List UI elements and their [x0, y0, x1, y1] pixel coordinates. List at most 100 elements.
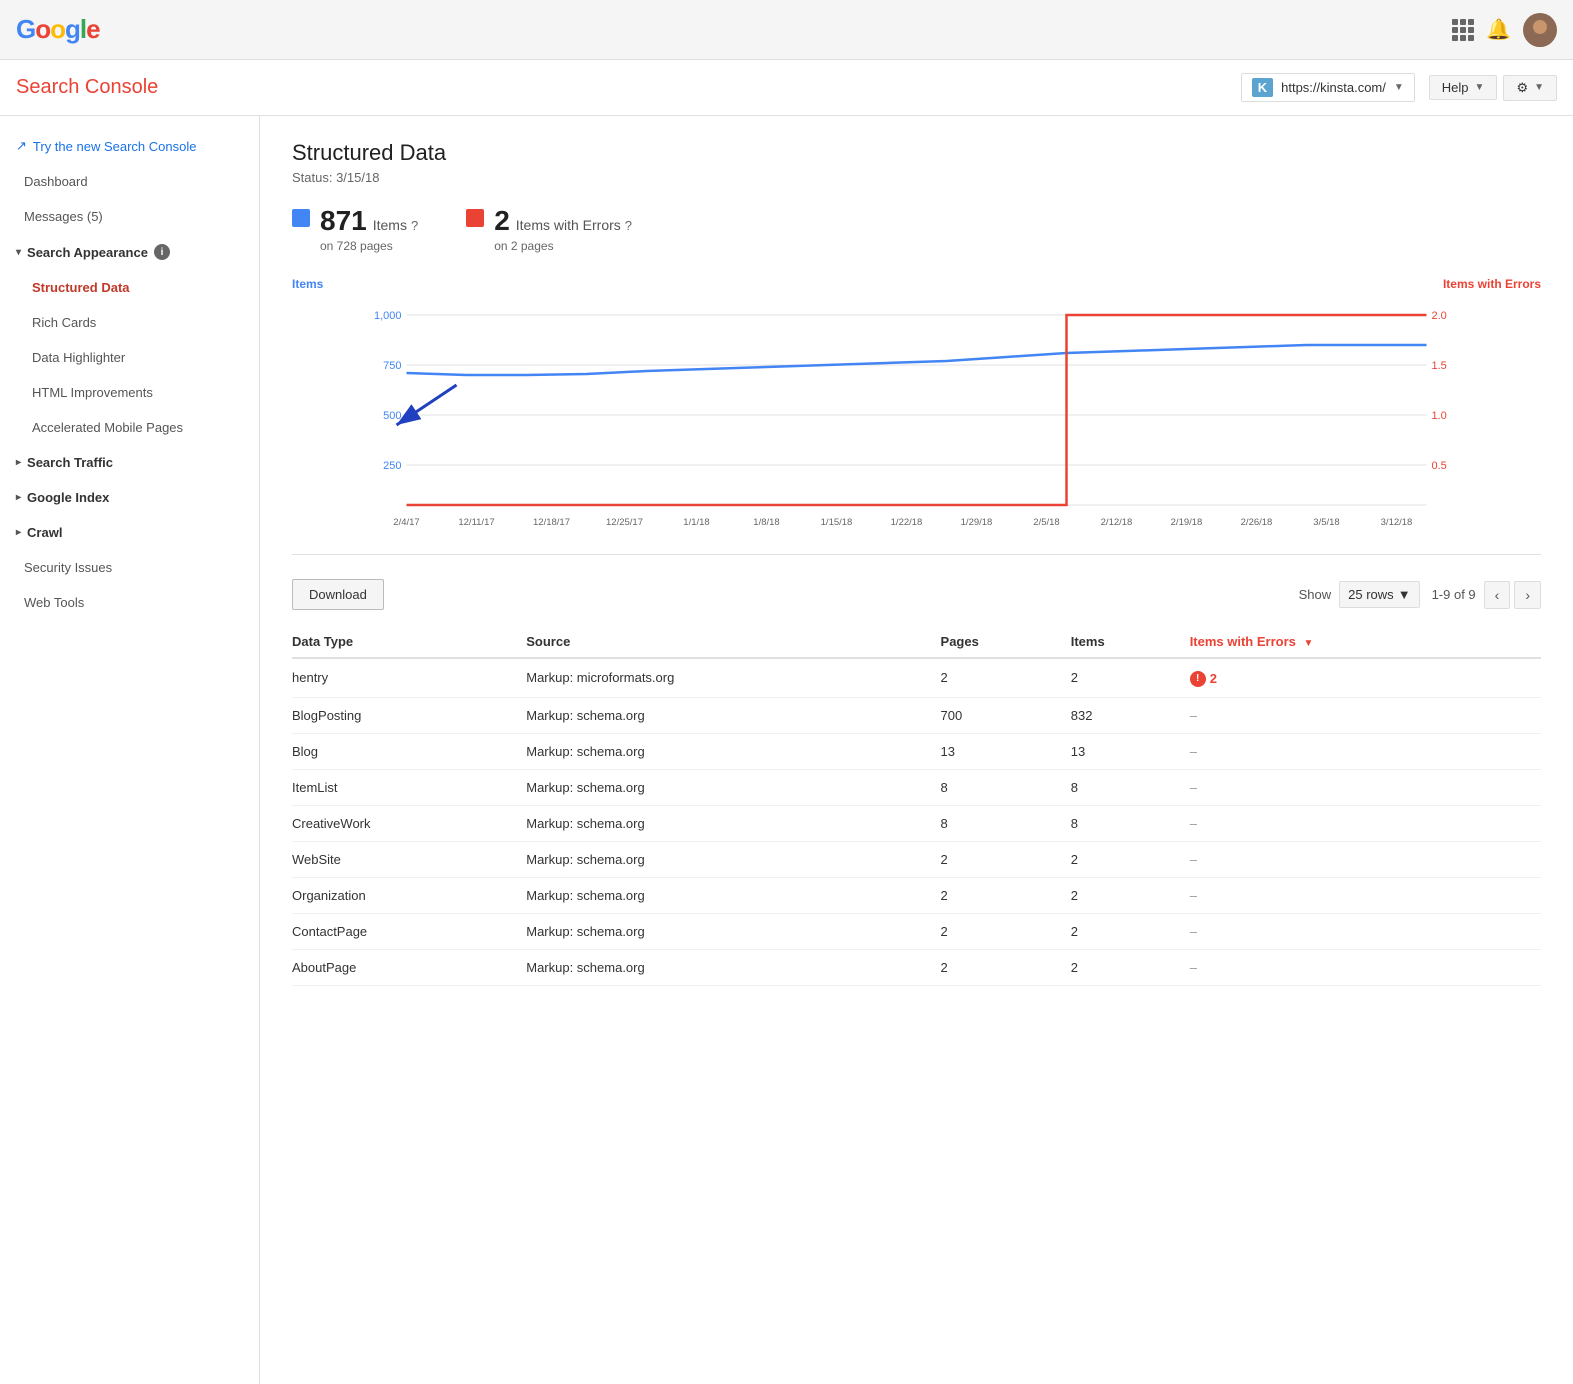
cell-pages: 2 [941, 949, 1071, 985]
grid-icon[interactable] [1452, 19, 1474, 41]
cell-source: Markup: schema.org [526, 697, 940, 733]
no-error-dash: – [1190, 780, 1197, 795]
sidebar-item-amp[interactable]: Accelerated Mobile Pages [0, 410, 259, 445]
cell-errors: – [1190, 877, 1541, 913]
table-controls: Download Show 25 rows ▼ 1-9 of 9 ‹ › [292, 579, 1541, 610]
section-label-crawl: Crawl [27, 525, 62, 540]
settings-dropdown-arrow: ▼ [1534, 82, 1544, 93]
rows-select[interactable]: 25 rows ▼ [1339, 581, 1419, 608]
new-console-label: Try the new Search Console [33, 139, 197, 154]
no-error-dash: – [1190, 744, 1197, 759]
sidebar: ↗ Try the new Search Console Dashboard M… [0, 116, 260, 1384]
errors-label: Items with Errors [516, 217, 621, 233]
cell-pages: 13 [941, 733, 1071, 769]
prev-page-button[interactable]: ‹ [1484, 581, 1511, 609]
col-errors[interactable]: Items with Errors ▼ [1190, 626, 1541, 658]
items-label: Items [373, 217, 407, 233]
sidebar-item-data-highlighter[interactable]: Data Highlighter [0, 340, 259, 375]
site-dropdown-arrow: ▼ [1394, 82, 1404, 93]
cell-errors: – [1190, 805, 1541, 841]
notification-icon[interactable]: 🔔 [1486, 17, 1511, 42]
svg-text:1.0: 1.0 [1432, 410, 1447, 422]
cell-data-type: Organization [292, 877, 526, 913]
table-row[interactable]: hentry Markup: microformats.org 2 2 ! 2 [292, 658, 1541, 697]
table-row[interactable]: WebSite Markup: schema.org 2 2 – [292, 841, 1541, 877]
sidebar-item-structured-data[interactable]: Structured Data [0, 270, 259, 305]
svg-text:2/12/18: 2/12/18 [1101, 517, 1133, 528]
table-row[interactable]: BlogPosting Markup: schema.org 700 832 – [292, 697, 1541, 733]
items-count: 871 [320, 205, 367, 237]
svg-text:500: 500 [383, 410, 401, 422]
table-row[interactable]: CreativeWork Markup: schema.org 8 8 – [292, 805, 1541, 841]
sidebar-item-rich-cards[interactable]: Rich Cards [0, 305, 259, 340]
cell-items: 2 [1071, 841, 1190, 877]
sidebar-item-security[interactable]: Security Issues [0, 550, 259, 585]
settings-button[interactable]: ⚙ ▼ [1503, 75, 1557, 101]
sidebar-section-search-appearance[interactable]: ▾ Search Appearance i [0, 234, 259, 270]
table-header: Data Type Source Pages Items Items with … [292, 626, 1541, 658]
sidebar-section-google-index[interactable]: ▸ Google Index [0, 480, 259, 515]
table-row[interactable]: AboutPage Markup: schema.org 2 2 – [292, 949, 1541, 985]
cell-pages: 2 [941, 841, 1071, 877]
errors-pages: on 2 pages [494, 239, 632, 253]
table-row[interactable]: Organization Markup: schema.org 2 2 – [292, 877, 1541, 913]
stat-items: 871 Items ? on 728 pages [292, 205, 418, 253]
errors-help-icon[interactable]: ? [625, 218, 632, 233]
svg-text:0.5: 0.5 [1432, 460, 1447, 472]
cell-items: 8 [1071, 769, 1190, 805]
messages-label: Messages (5) [24, 209, 103, 224]
table-row[interactable]: Blog Markup: schema.org 13 13 – [292, 733, 1541, 769]
svg-text:12/18/17: 12/18/17 [533, 517, 570, 528]
cell-items: 2 [1071, 913, 1190, 949]
svg-text:12/25/17: 12/25/17 [606, 517, 643, 528]
section-label: Search Appearance [27, 245, 148, 260]
cell-pages: 2 [941, 913, 1071, 949]
help-dropdown-arrow: ▼ [1475, 82, 1485, 93]
sidebar-new-console-link[interactable]: ↗ Try the new Search Console [0, 128, 259, 164]
no-error-dash: – [1190, 924, 1197, 939]
cell-data-type: ItemList [292, 769, 526, 805]
col-pages: Pages [941, 626, 1071, 658]
chart-label-items: Items [292, 277, 323, 291]
sidebar-section-search-traffic[interactable]: ▸ Search Traffic [0, 445, 259, 480]
sidebar-item-messages[interactable]: Messages (5) [0, 199, 259, 234]
user-avatar[interactable] [1523, 13, 1557, 47]
site-selector[interactable]: K https://kinsta.com/ ▼ [1241, 73, 1415, 102]
stat-items-detail: 871 Items ? on 728 pages [320, 205, 418, 253]
items-color-box [292, 209, 310, 227]
cell-errors: – [1190, 769, 1541, 805]
table-row[interactable]: ItemList Markup: schema.org 8 8 – [292, 769, 1541, 805]
stat-errors: 2 Items with Errors ? on 2 pages [466, 205, 632, 253]
svg-text:2/26/18: 2/26/18 [1241, 517, 1273, 528]
cell-errors: – [1190, 913, 1541, 949]
no-error-dash: – [1190, 852, 1197, 867]
help-button[interactable]: Help ▼ [1429, 75, 1498, 100]
cell-errors: – [1190, 697, 1541, 733]
cell-data-type: CreativeWork [292, 805, 526, 841]
error-circle-icon: ! [1190, 671, 1206, 687]
svg-text:750: 750 [383, 360, 401, 372]
svg-text:3/5/18: 3/5/18 [1313, 517, 1339, 528]
next-page-button[interactable]: › [1514, 581, 1541, 609]
svg-text:1/1/18: 1/1/18 [683, 517, 709, 528]
data-table: Data Type Source Pages Items Items with … [292, 626, 1541, 986]
stats-row: 871 Items ? on 728 pages 2 Items with Er… [292, 205, 1541, 253]
cell-data-type: ContactPage [292, 913, 526, 949]
table-row[interactable]: ContactPage Markup: schema.org 2 2 – [292, 913, 1541, 949]
svg-text:1,000: 1,000 [374, 310, 402, 322]
sort-arrow-icon: ▼ [1304, 638, 1314, 649]
svg-text:2/5/18: 2/5/18 [1033, 517, 1059, 528]
sidebar-item-html-improvements[interactable]: HTML Improvements [0, 375, 259, 410]
error-badge: ! 2 [1190, 671, 1217, 687]
items-help-icon[interactable]: ? [411, 218, 418, 233]
sidebar-item-dashboard[interactable]: Dashboard [0, 164, 259, 199]
cell-source: Markup: schema.org [526, 877, 940, 913]
cell-source: Markup: schema.org [526, 949, 940, 985]
topbar-icons: 🔔 [1452, 13, 1557, 47]
chart-label-errors: Items with Errors [1443, 277, 1541, 291]
sidebar-item-web-tools[interactable]: Web Tools [0, 585, 259, 620]
sidebar-section-crawl[interactable]: ▸ Crawl [0, 515, 259, 550]
download-button[interactable]: Download [292, 579, 384, 610]
chart-container: Items Items with Errors 1,000 750 500 25… [292, 277, 1541, 555]
cell-pages: 2 [941, 658, 1071, 697]
